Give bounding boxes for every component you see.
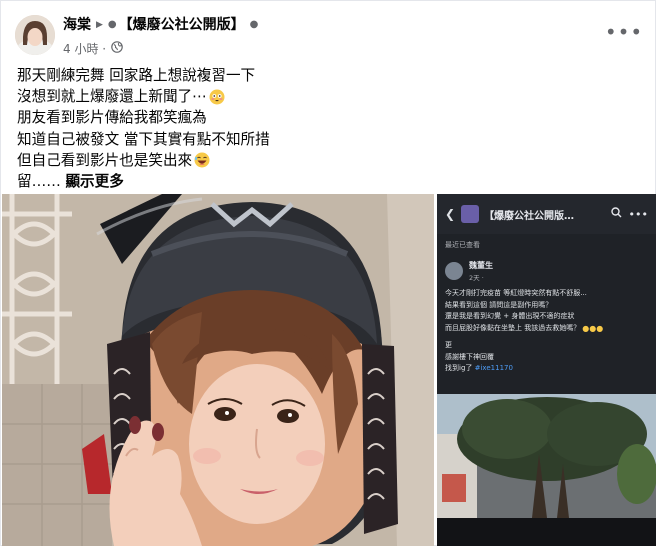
more-options-icon[interactable]: ••• bbox=[605, 15, 642, 49]
photo-helmet-selfie[interactable] bbox=[2, 194, 434, 546]
post-timestamp[interactable]: 4 小時 bbox=[63, 40, 98, 57]
search-icon bbox=[610, 207, 622, 221]
screenshot-body-line: 今天才剛打完疫苗 等紅燈時突然有點不舒服... bbox=[445, 289, 587, 297]
author-avatar[interactable] bbox=[15, 15, 55, 55]
group-name[interactable]: 【爆廢公社公開版】 bbox=[119, 16, 245, 34]
screenshot-bottom-bar bbox=[437, 518, 656, 546]
post-line: 留…… 顯示更多 bbox=[17, 171, 537, 192]
flushed-emoji-icon bbox=[209, 89, 225, 105]
post-header: 海棠 ▶ ● 【爆廢公社公開版】 ● 4 小時 · ••• bbox=[15, 15, 642, 61]
screenshot-author-avatar bbox=[445, 262, 463, 280]
facebook-post-card: 海棠 ▶ ● 【爆廢公社公開版】 ● 4 小時 · ••• 那天剛練完舞 回家路… bbox=[0, 0, 656, 546]
globe-icon bbox=[111, 41, 123, 56]
screenshot-body-line: 還是我是看到幻覺 + 身體出現不適的症狀 bbox=[445, 312, 575, 320]
laughing-emoji-icon bbox=[194, 152, 210, 168]
post-line: 但自己看到影片也是笑出來 bbox=[17, 150, 537, 171]
screenshot-time: 2天 · bbox=[469, 274, 484, 282]
screenshot-extra-line: 找到ig了 bbox=[445, 364, 473, 372]
back-arrow-icon: ❮ bbox=[445, 207, 456, 221]
screenshot-author: 魏董生 bbox=[469, 261, 493, 270]
screenshot-more: 更 bbox=[445, 341, 452, 349]
post-line: 知道自己被發文 當下其實有點不知所措 bbox=[17, 130, 270, 148]
arrow-right-icon: ▶ bbox=[96, 20, 103, 30]
screenshot-body-line: 結果看到這個 請問這是副作用嗎？ bbox=[445, 300, 553, 309]
post-line: 沒想到就上爆廢還上新聞了⋯ bbox=[17, 86, 537, 107]
post-line: 那天剛練完舞 回家路上想說複習一下 bbox=[17, 67, 256, 84]
post-line: 朋友看到影片傳給我都笑瘋為 bbox=[17, 109, 207, 127]
screenshot-topbar: ❮ 【爆廢公社公開版… ••• bbox=[437, 194, 656, 234]
separator-dot: ● bbox=[107, 19, 117, 30]
separator-dot: ● bbox=[249, 19, 259, 30]
screenshot-tag: #ixe11170 bbox=[474, 364, 513, 372]
screenshot-group-title: 【爆廢公社公開版… bbox=[484, 210, 575, 222]
emoji-icon: ●●● bbox=[582, 323, 604, 333]
post-text: 那天剛練完舞 回家路上想說複習一下 沒想到就上爆廢還上新聞了⋯ 朋友看到影片傳給… bbox=[17, 65, 537, 192]
screenshot-tree-photo bbox=[437, 394, 656, 518]
screenshot-extra-line: 感謝樓下神回覆 bbox=[445, 352, 494, 361]
screenshot-body-line: 而且屁股好像黏在坐墊上 我該過去救她嗎？ bbox=[445, 323, 581, 332]
author-name[interactable]: 海棠 bbox=[63, 16, 91, 34]
screenshot-recent-label: 最近已查看 bbox=[445, 241, 480, 249]
post-media: ❮ 【爆廢公社公開版… ••• 最近已查看 魏董生 2天 · 今天才剛打完疫苗 … bbox=[2, 194, 656, 546]
group-avatar bbox=[461, 205, 480, 223]
more-icon: ••• bbox=[628, 207, 648, 221]
see-more-link[interactable]: 顯示更多 bbox=[65, 171, 123, 192]
photo-screenshot[interactable]: ❮ 【爆廢公社公開版… ••• 最近已查看 魏董生 2天 · 今天才剛打完疫苗 … bbox=[437, 194, 656, 546]
screenshot-post: 魏董生 2天 · 今天才剛打完疫苗 等紅燈時突然有點不舒服... 結果看到這個 … bbox=[445, 260, 649, 375]
